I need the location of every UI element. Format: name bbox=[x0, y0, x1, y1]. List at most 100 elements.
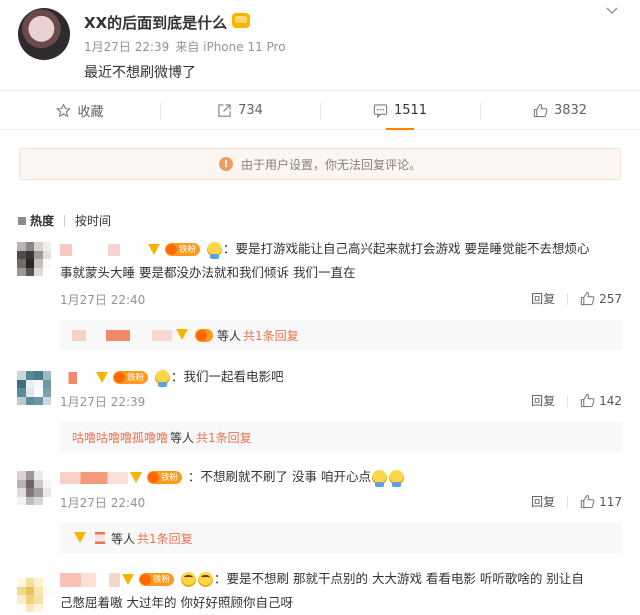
verified-v-icon bbox=[96, 371, 109, 384]
sub-reply-names-blurred bbox=[72, 329, 172, 341]
post-source: 来自 iPhone 11 Pro bbox=[175, 40, 286, 54]
repost-button[interactable]: 734 bbox=[160, 91, 320, 129]
verified-v-icon bbox=[74, 532, 87, 544]
sub-reply-link[interactable]: 共1条回复 bbox=[196, 429, 252, 446]
post-date[interactable]: 1月27日 22:39 bbox=[84, 40, 169, 54]
comment-body: 铁粉 ：要是不想刷 那就干点别的 大大游戏 看看电影 听听歌啥的 别让自 bbox=[60, 568, 584, 590]
thumbs-up-icon bbox=[533, 103, 548, 117]
verified-v-icon bbox=[122, 573, 135, 586]
post-meta: 1月27日 22:39 来自 iPhone 11 Pro bbox=[84, 38, 292, 55]
thumbs-up-icon bbox=[580, 291, 595, 306]
like-button[interactable]: 3832 bbox=[480, 91, 640, 129]
emoji-icon bbox=[155, 370, 170, 387]
comment-body-continued: 己憋屈着嗷 大过年的 你好好照顾你自己呀 bbox=[60, 592, 293, 614]
commenter-name-blurred[interactable] bbox=[60, 243, 146, 256]
commenter-avatar[interactable] bbox=[17, 242, 51, 276]
sub-reply-summary[interactable]: 咕噜咕噜噜孤噜噜 等人 共1条回复 bbox=[60, 422, 622, 452]
comment-tab-button[interactable]: 1511 bbox=[320, 91, 480, 130]
comment-text-line1: ：我们一起看电影吧 bbox=[171, 369, 284, 384]
comment-like-button[interactable]: 142 bbox=[580, 393, 622, 408]
verified-v-icon bbox=[176, 329, 189, 341]
sub-reply-summary[interactable]: 等人 共1条回复 bbox=[60, 523, 622, 553]
warning-icon: ! bbox=[218, 157, 233, 171]
comment-body: 铁粉 ：我们一起看电影吧 bbox=[60, 366, 284, 388]
share-icon bbox=[218, 103, 231, 117]
fan-badge: 铁粉 bbox=[113, 371, 149, 384]
sort-by-hot-tab[interactable]: 热度 bbox=[18, 212, 54, 229]
emoji-icon bbox=[198, 572, 213, 587]
chevron-down-icon[interactable] bbox=[606, 4, 618, 16]
fan-badge-label: 铁粉 bbox=[153, 574, 171, 585]
star-icon bbox=[57, 103, 71, 117]
comment-reply-button[interactable]: 回复 bbox=[531, 495, 569, 508]
comment-body: 铁粉 ：不想刷就不刷了 没事 咱开心点 bbox=[60, 466, 405, 488]
sort-hot-label: 热度 bbox=[30, 214, 55, 228]
like-count: 3832 bbox=[553, 102, 588, 118]
sub-reply-suffix: 等人 bbox=[170, 430, 195, 445]
post-text: 最近不想刷微博了 bbox=[84, 65, 196, 81]
comment-text-line1: ：要是打游戏能让自己高兴起来就打会游戏 要是睡觉能不去想烦心 bbox=[223, 241, 590, 256]
comment-icon bbox=[373, 103, 388, 118]
fan-badge-icon bbox=[148, 472, 159, 483]
emoji-icon bbox=[207, 242, 222, 259]
fan-badge-label: 铁粉 bbox=[127, 372, 145, 383]
emoji-icon bbox=[181, 572, 196, 587]
author-name[interactable]: XX的后面到底是什么 bbox=[84, 12, 227, 33]
favorite-label: 收藏 bbox=[77, 104, 104, 120]
comment-like-count: 142 bbox=[599, 393, 622, 408]
favorite-button[interactable]: 收藏 bbox=[0, 91, 160, 129]
sort-divider bbox=[64, 214, 66, 227]
commenter-name-blurred[interactable] bbox=[60, 371, 94, 384]
comment-text-line2: 己憋屈着嗷 大过年的 你好好照顾你自己呀 bbox=[60, 595, 293, 610]
verified-v-icon bbox=[148, 243, 161, 256]
notice-text: 由于用户设置，你无法回复评论。 bbox=[240, 157, 421, 172]
vip-crown-icon bbox=[232, 13, 250, 28]
commenter-name-blurred[interactable] bbox=[60, 572, 120, 587]
author-avatar[interactable] bbox=[18, 8, 70, 60]
sort-by-time-tab[interactable]: 按时间 bbox=[75, 212, 111, 229]
comment-like-count: 117 bbox=[599, 494, 622, 509]
sub-reply-link[interactable]: 共1条回复 bbox=[137, 530, 193, 547]
post-header: XX的后面到底是什么 1月27日 22:39 来自 iPhone 11 Pro 最… bbox=[0, 0, 640, 90]
commenter-avatar[interactable] bbox=[17, 371, 51, 405]
comment-reply-button[interactable]: 回复 bbox=[531, 292, 569, 305]
thumbs-up-icon bbox=[580, 393, 595, 408]
reply-restriction-notice: ! 由于用户设置，你无法回复评论。 bbox=[19, 148, 621, 180]
comment-text-line1: ：要是不想刷 那就干点别的 大大游戏 看看电影 听听歌啥的 别让自 bbox=[214, 571, 584, 586]
fan-badge: 铁粉 bbox=[147, 471, 183, 484]
comment-sort-tabs: 热度 按时间 bbox=[18, 212, 111, 229]
fan-badge-label: 铁粉 bbox=[161, 472, 179, 483]
sub-reply-summary[interactable]: 等人 共1条回复 bbox=[60, 320, 622, 350]
sub-reply-suffix: 等人 bbox=[217, 328, 242, 343]
comment-count: 1511 bbox=[393, 102, 428, 118]
fan-badge-label: 铁粉 bbox=[179, 244, 197, 255]
emoji-icon bbox=[388, 470, 404, 487]
comment-time: 1月27日 22:39 bbox=[60, 395, 146, 409]
commenter-avatar[interactable] bbox=[17, 471, 51, 505]
fan-badge-icon bbox=[196, 329, 207, 341]
comment-like-count: 257 bbox=[599, 291, 622, 306]
sub-reply-names[interactable]: 咕噜咕噜噜孤噜噜 bbox=[72, 429, 168, 446]
comment-body: 铁粉 ：要是打游戏能让自己高兴起来就打会游戏 要是睡觉能不去想烦心 bbox=[60, 238, 589, 260]
hourglass-icon bbox=[95, 532, 105, 544]
commenter-avatar[interactable] bbox=[17, 578, 51, 612]
comment-like-button[interactable]: 257 bbox=[580, 291, 622, 306]
sub-reply-suffix: 等人 bbox=[111, 531, 136, 546]
thumbs-up-icon bbox=[580, 494, 595, 509]
comment-time: 1月27日 22:40 bbox=[60, 496, 146, 510]
fan-badge-icon bbox=[140, 574, 151, 585]
hot-mark-icon bbox=[18, 216, 26, 225]
comment-text-line2: 事就蒙头大睡 要是都没办法就和我们倾诉 我们一直在 bbox=[60, 265, 356, 280]
sub-reply-link[interactable]: 共1条回复 bbox=[243, 327, 299, 344]
comment-actions: 回复 257 bbox=[531, 291, 622, 306]
post-action-bar: 收藏 734 1511 3832 bbox=[0, 90, 640, 130]
repost-count: 734 bbox=[238, 102, 263, 118]
comment-reply-button[interactable]: 回复 bbox=[531, 394, 569, 407]
fan-badge-icon bbox=[114, 372, 125, 383]
comment-like-button[interactable]: 117 bbox=[580, 494, 622, 509]
comment-text-line1: ：不想刷就不刷了 没事 咱开心点 bbox=[188, 469, 371, 484]
commenter-name-blurred[interactable] bbox=[60, 471, 128, 484]
comment-actions: 回复 117 bbox=[531, 494, 622, 509]
verified-v-icon bbox=[130, 471, 143, 484]
comment-time: 1月27日 22:40 bbox=[60, 293, 146, 307]
